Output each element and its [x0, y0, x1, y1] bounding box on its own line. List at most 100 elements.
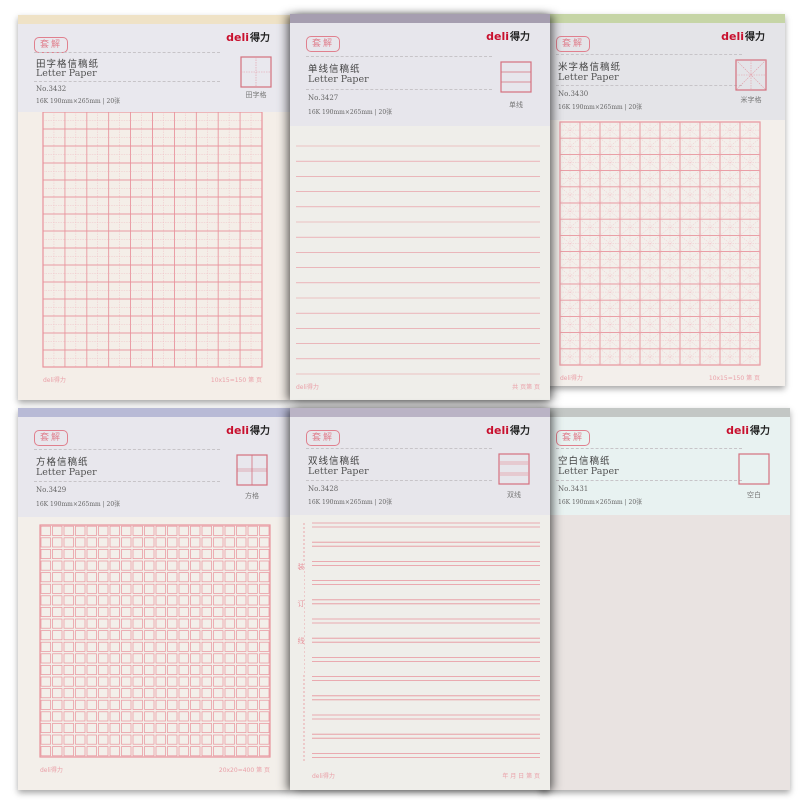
grid-cell [52, 595, 63, 606]
grid-cell [52, 734, 63, 745]
grid-cell [109, 653, 120, 664]
grid-cell [167, 525, 178, 536]
grid-cell [63, 583, 74, 594]
grid-cell [144, 676, 155, 687]
divider [556, 53, 742, 55]
grid-cell [40, 595, 51, 606]
grid-cell [132, 630, 143, 641]
grid-cell [63, 723, 74, 733]
grid-cell [190, 734, 201, 745]
grid-cell [259, 653, 270, 664]
grid-cell [155, 699, 166, 710]
grid-cell [63, 595, 74, 606]
grid-cell [121, 537, 132, 548]
grid-cell [259, 595, 270, 606]
grid-cell [259, 746, 270, 757]
grid-cell [190, 630, 201, 641]
grid-cell [155, 618, 166, 629]
grid-cell [167, 583, 178, 594]
grid-cell [144, 688, 155, 699]
grid-cell [247, 560, 258, 571]
divider [34, 80, 220, 82]
logo-cn: 得力 [250, 426, 270, 437]
grid-cell [63, 734, 74, 745]
pad-subtitle: Letter Paper [308, 466, 369, 477]
grid-cell [52, 665, 63, 675]
grid-cell [86, 641, 97, 652]
grid-cell [52, 549, 63, 559]
grid-cell [109, 583, 120, 594]
grid-cell [132, 723, 143, 733]
grid-cell [98, 560, 109, 571]
grid-cell [224, 688, 235, 699]
tian-grid-icon [240, 56, 272, 88]
grid-cell [178, 688, 189, 699]
grid-cell [132, 699, 143, 710]
letter-pad-mizige: 套解 deli得力 米字格信稿纸 Letter Paper No.3430 16K 190… [540, 14, 785, 386]
grid-cell [75, 583, 86, 594]
grid-cell [259, 723, 270, 733]
grid-cell [75, 607, 86, 617]
writing-area: deli得力 20x20=400 第 页 [18, 517, 290, 790]
grid-cell [259, 699, 270, 710]
grid-cell [247, 746, 258, 757]
grid-cell [236, 734, 247, 745]
grid-cell [259, 549, 270, 559]
grid-cell [144, 549, 155, 559]
grid-cell [98, 734, 109, 745]
footer-page: 10x15=150 第 页 [708, 375, 760, 382]
grid-cell [213, 723, 224, 733]
grid-cell [98, 537, 109, 548]
grid-cell [40, 723, 51, 733]
grid-cell [247, 665, 258, 675]
grid-cell [86, 583, 97, 594]
grid-cell [201, 607, 212, 617]
product-number: No.3428 [308, 485, 339, 493]
grid-cell [86, 676, 97, 687]
product-number: No.3431 [558, 485, 589, 493]
grid-cell [144, 711, 155, 722]
grid-cell [167, 688, 178, 699]
grid-cell [40, 630, 51, 641]
grid-cell [213, 618, 224, 629]
grid-cell [190, 699, 201, 710]
grid-cell [40, 711, 51, 722]
grid-cell [190, 688, 201, 699]
logo-en: deli [486, 30, 509, 43]
grid-cell [40, 676, 51, 687]
grid-cell [236, 560, 247, 571]
pad-header: 套解 deli得力 方格信稿纸 Letter Paper No.3429 16K 190m… [18, 408, 290, 517]
grid-cell [75, 525, 86, 536]
grid-cell [167, 723, 178, 733]
icon-label: 空白 [747, 491, 761, 499]
grid-cell [167, 746, 178, 757]
grid-cell [201, 595, 212, 606]
grid-cell [52, 688, 63, 699]
grid-cell [213, 583, 224, 594]
grid-cell [52, 641, 63, 652]
ruling [42, 112, 263, 368]
footer-brand: deli得力 [43, 377, 66, 384]
grid-cell [178, 572, 189, 583]
grid-cell [201, 537, 212, 548]
grid-cell [247, 537, 258, 548]
grid-cell [190, 572, 201, 583]
letter-pad-danxian: 套解 deli得力 单线信稿纸 Letter Paper No.3427 16K 190m… [290, 14, 550, 400]
grid-cell [40, 549, 51, 559]
grid-cell [144, 734, 155, 745]
grid-cell [190, 607, 201, 617]
grid-cell [86, 560, 97, 571]
grid-cell [259, 734, 270, 745]
grid-cell [259, 560, 270, 571]
logo-cn: 得力 [745, 32, 765, 43]
grid-cell [178, 630, 189, 641]
grid-cell [40, 688, 51, 699]
grid-cell [236, 525, 247, 536]
grid-cell [52, 653, 63, 664]
single-line-icon [500, 61, 532, 93]
grid-cell [190, 641, 201, 652]
grid-cell [132, 734, 143, 745]
grid-cell [86, 595, 97, 606]
logo-en: deli [226, 31, 249, 44]
grid-cell [40, 572, 51, 583]
